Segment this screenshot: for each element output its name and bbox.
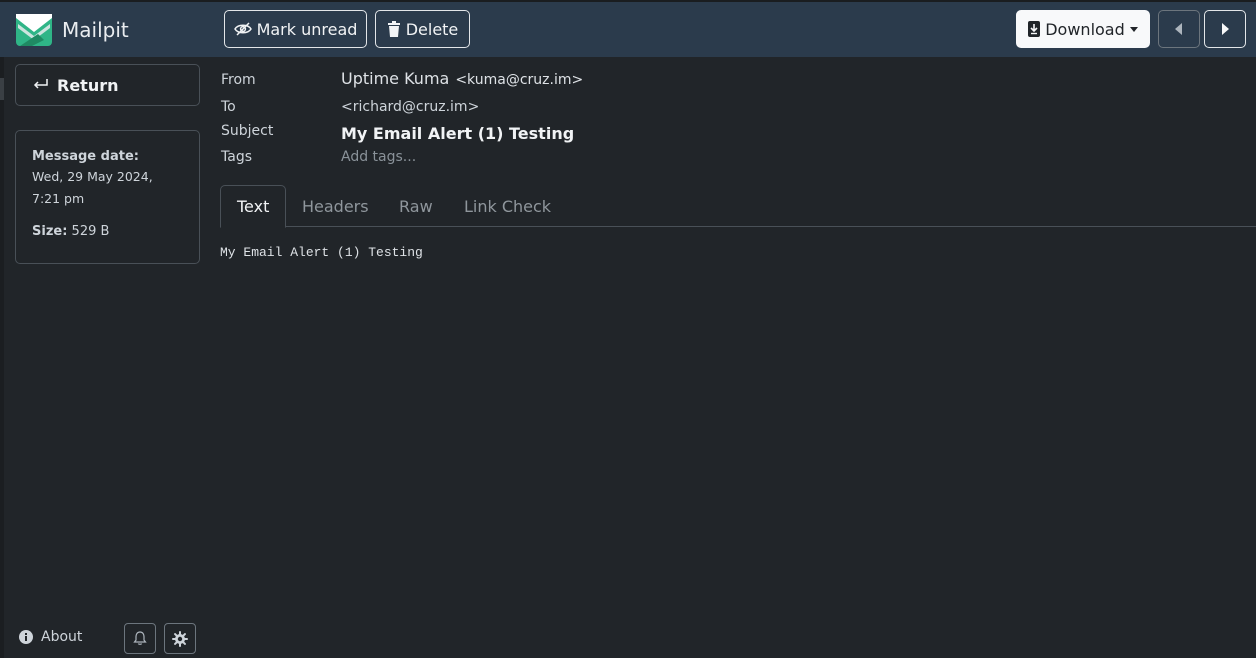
tags-label: Tags	[221, 149, 252, 165]
delete-button[interactable]: Delete	[375, 10, 470, 48]
mark-unread-button[interactable]: Mark unread	[224, 10, 367, 48]
message-tabs: Text Headers Raw Link Check	[220, 185, 1256, 228]
return-arrow-icon	[33, 79, 48, 89]
size-row: Size: 529 B	[32, 224, 183, 239]
caret-down-icon	[1129, 26, 1138, 32]
subject-row: Subject My Email Alert (1) Testing	[221, 123, 574, 143]
size-value: 529 B	[71, 224, 110, 239]
sidebar-edge	[0, 57, 4, 658]
app-name: Mailpit	[62, 18, 129, 42]
bell-icon	[133, 631, 147, 645]
chevron-left-icon	[1175, 23, 1182, 35]
previous-message-button[interactable]	[1158, 10, 1200, 48]
return-label: Return	[57, 75, 119, 95]
mark-unread-label: Mark unread	[256, 19, 358, 39]
to-row: To <richard@cruz.im>	[221, 99, 479, 115]
subject-label: Subject	[221, 123, 274, 139]
notifications-button[interactable]	[124, 623, 156, 654]
tab-link-check[interactable]: Link Check	[464, 185, 551, 227]
to-label: To	[221, 99, 236, 115]
subject-value: My Email Alert (1) Testing	[341, 124, 575, 143]
chevron-right-icon	[1222, 23, 1229, 35]
from-address: <kuma@cruz.im>	[455, 72, 584, 88]
to-address: <richard@cruz.im>	[341, 99, 480, 115]
from-label: From	[221, 72, 256, 88]
delete-label: Delete	[405, 19, 459, 39]
eye-slash-icon	[233, 22, 252, 36]
message-info-card: Message date: Wed, 29 May 2024, 7:21 pm …	[15, 130, 200, 264]
trash-icon	[387, 21, 400, 37]
download-label: Download	[1045, 19, 1125, 39]
download-file-icon	[1028, 21, 1041, 37]
gear-icon	[172, 630, 188, 647]
about-label: About	[41, 629, 83, 645]
sidebar-scroll-indicator	[0, 78, 4, 100]
mailpit-logo-icon	[16, 14, 52, 46]
from-row: From Uptime Kuma <kuma@cruz.im>	[221, 69, 583, 88]
message-date-value: Wed, 29 May 2024, 7:21 pm	[32, 169, 153, 206]
download-dropdown-button[interactable]: Download	[1016, 10, 1150, 48]
next-message-button[interactable]	[1204, 10, 1246, 48]
top-navbar: Mailpit Mark unread Delete Download	[0, 0, 1256, 57]
tags-row: Tags Add tags...	[221, 149, 416, 165]
size-label: Size:	[32, 224, 68, 239]
tab-headers[interactable]: Headers	[302, 185, 369, 227]
tab-raw[interactable]: Raw	[399, 185, 433, 227]
info-icon	[19, 630, 33, 644]
about-link[interactable]: About	[19, 629, 82, 645]
brand[interactable]: Mailpit	[14, 10, 129, 50]
settings-button[interactable]	[164, 623, 196, 654]
from-value: Uptime Kuma <kuma@cruz.im>	[341, 69, 583, 88]
tab-text[interactable]: Text	[220, 185, 287, 228]
message-date-label: Message date:	[32, 149, 139, 164]
return-button[interactable]: Return	[15, 64, 200, 106]
tags-input[interactable]: Add tags...	[341, 149, 416, 165]
from-name: Uptime Kuma	[341, 69, 450, 88]
message-body-text: My Email Alert (1) Testing	[220, 245, 423, 260]
